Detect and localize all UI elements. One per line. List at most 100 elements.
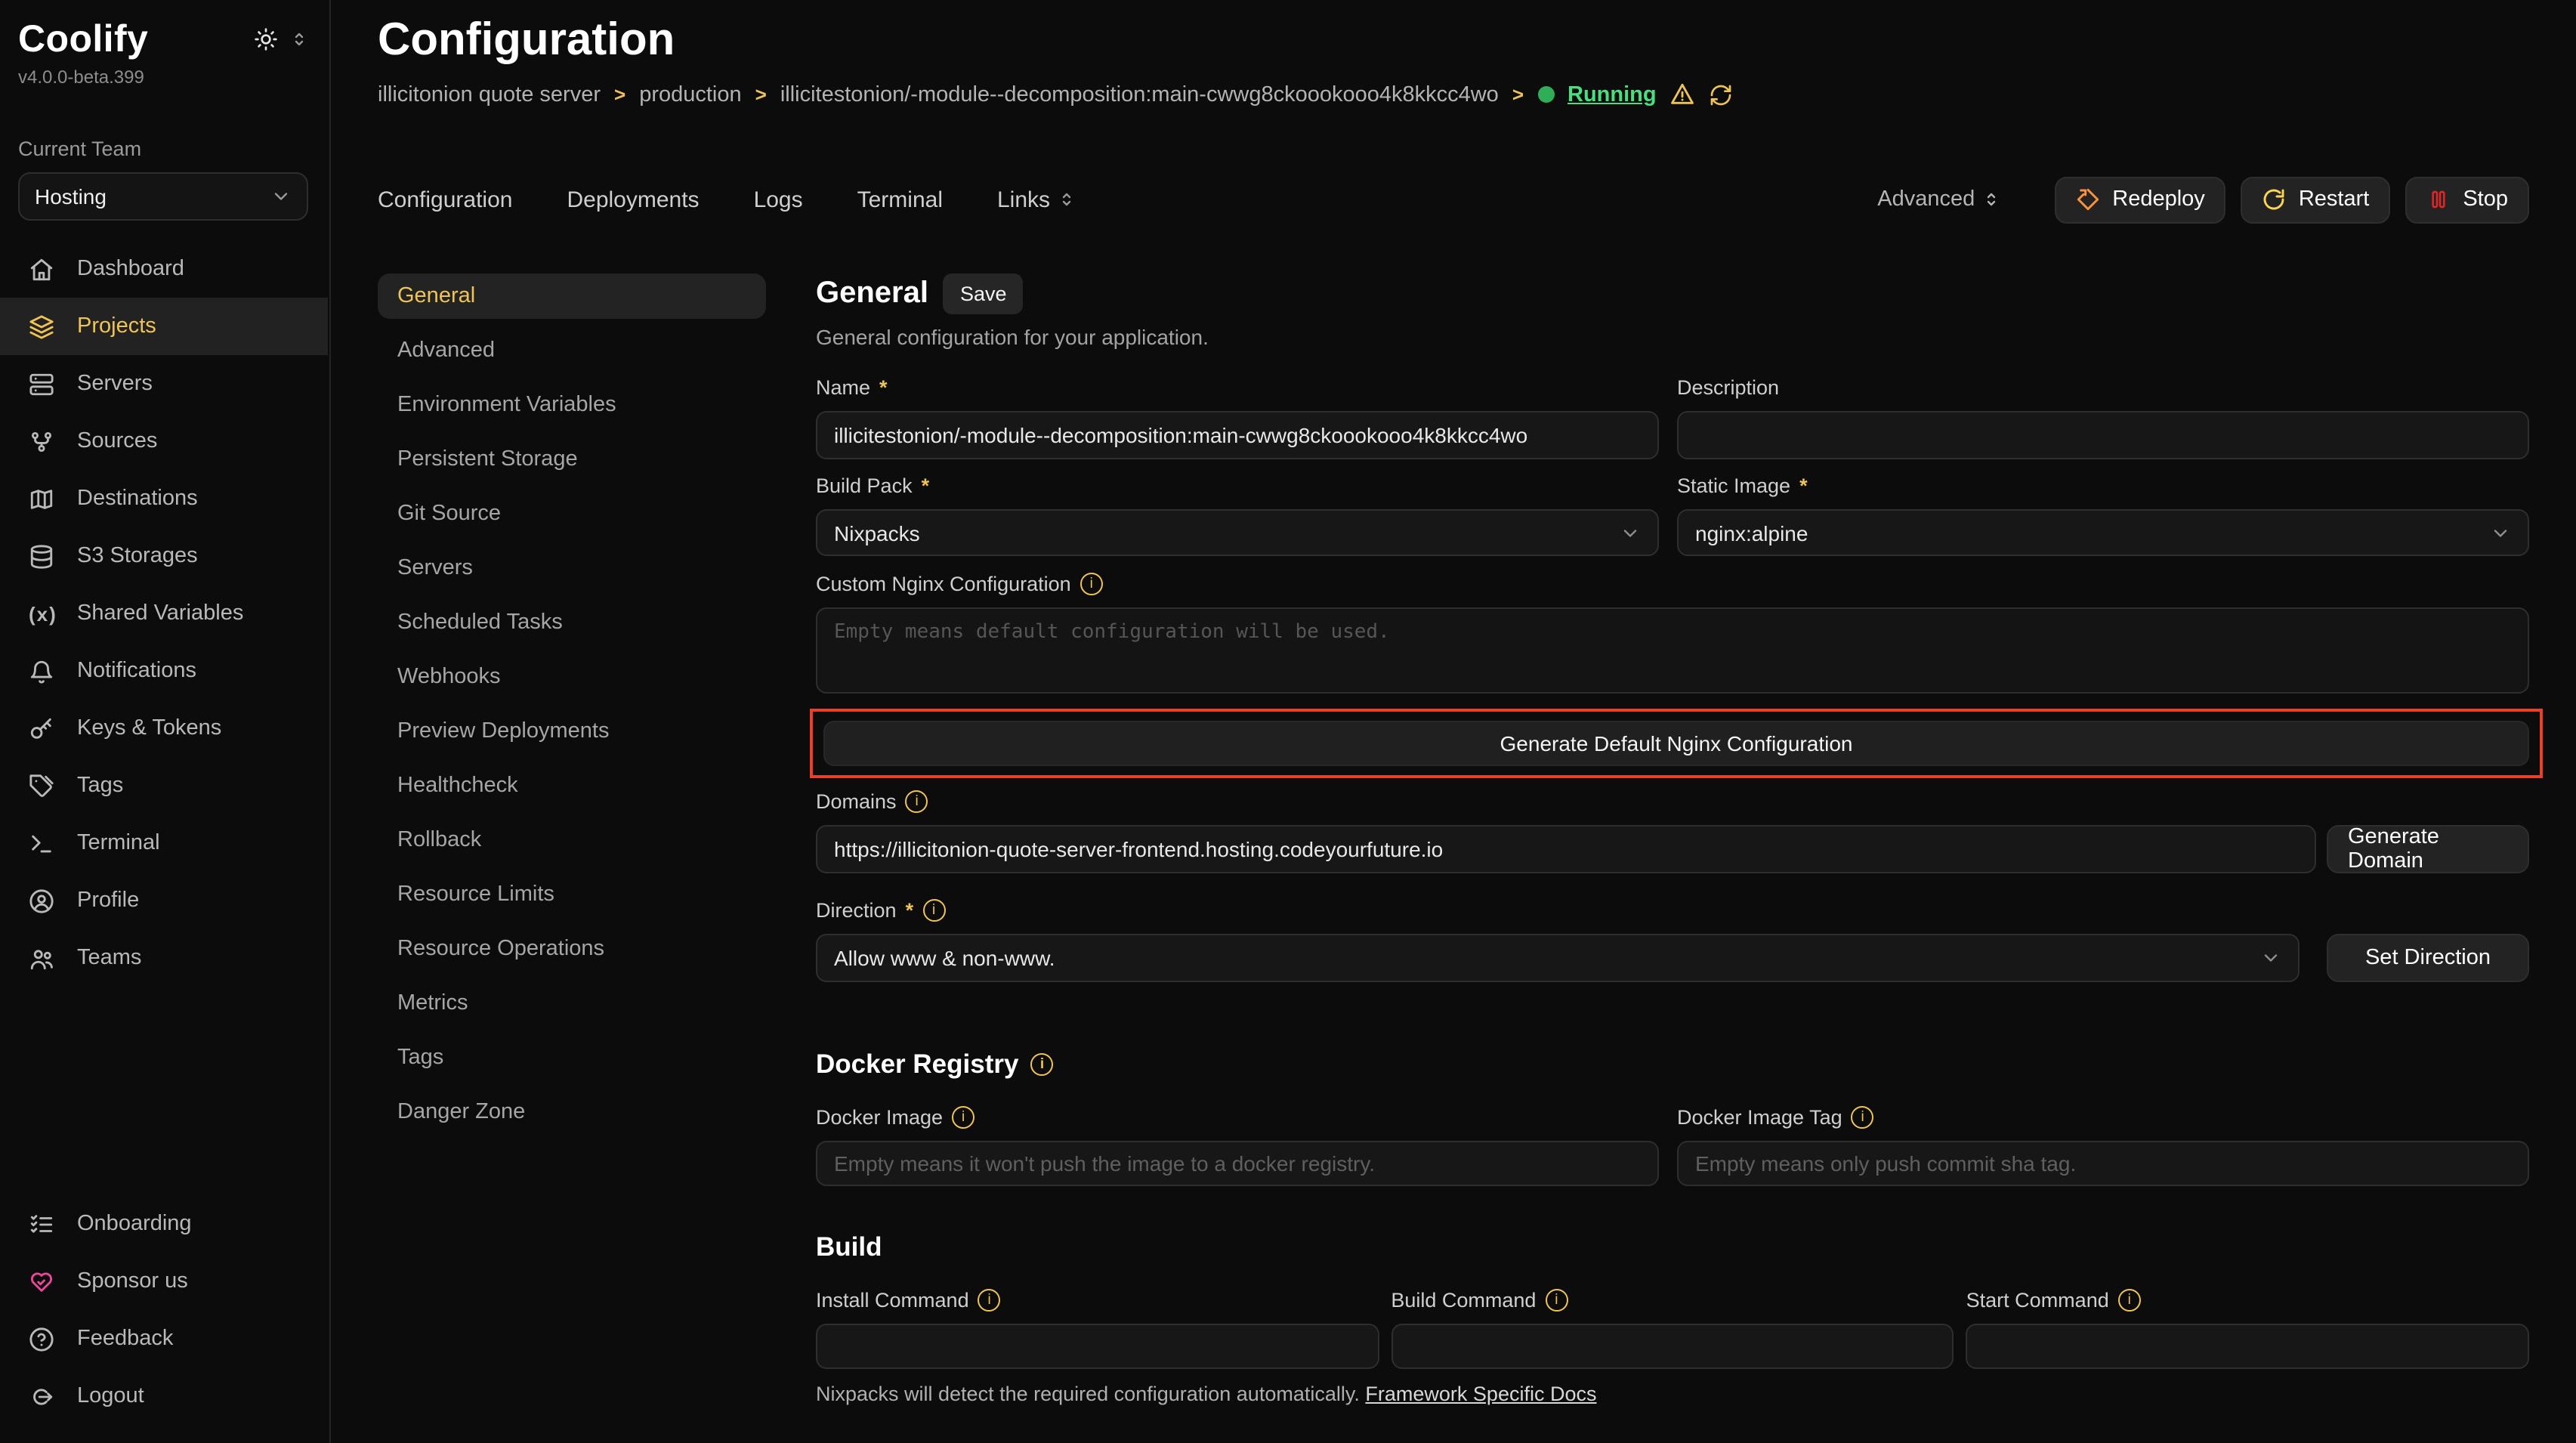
sidebar-item-destinations[interactable]: Destinations	[0, 470, 328, 527]
user-circle-icon	[29, 888, 54, 913]
chevron-down-icon	[270, 186, 292, 207]
team-select[interactable]: Hosting	[18, 172, 308, 221]
start-command-label: Start Command	[1966, 1289, 2109, 1312]
subnav-webhooks[interactable]: Webhooks	[378, 654, 766, 700]
description-label: Description	[1677, 376, 1779, 399]
sidebar-item-s3-storages[interactable]: S3 Storages	[0, 527, 328, 585]
custom-nginx-textarea[interactable]	[816, 607, 2529, 694]
sidebar-item-keys-tokens[interactable]: Keys & Tokens	[0, 700, 328, 757]
help-circle-icon	[29, 1326, 54, 1352]
redeploy-button[interactable]: Redeploy	[2055, 176, 2226, 223]
status-link[interactable]: Running	[1568, 82, 1657, 107]
redeploy-icon	[2076, 187, 2100, 212]
subnav-persistent-storage[interactable]: Persistent Storage	[378, 437, 766, 482]
users-icon	[29, 945, 54, 971]
install-command-input[interactable]	[816, 1324, 1379, 1369]
key-icon	[29, 715, 54, 741]
description-input[interactable]	[1677, 411, 2529, 459]
tag-icon	[29, 773, 54, 799]
sidebar-item-terminal[interactable]: Terminal	[0, 814, 328, 872]
status-dot	[1537, 86, 1554, 103]
docker-image-tag-input[interactable]	[1677, 1141, 2529, 1186]
subnav-danger-zone[interactable]: Danger Zone	[378, 1089, 766, 1135]
direction-select[interactable]: Allow www & non-www.	[816, 934, 2300, 982]
breadcrumb-environment[interactable]: production	[639, 82, 741, 107]
tab-configuration[interactable]: Configuration	[378, 187, 512, 212]
chevron-down-icon	[2490, 522, 2511, 543]
direction-label: Direction	[816, 899, 897, 922]
required-asterisk: *	[922, 474, 930, 497]
tabs-row: Configuration Deployments Logs Terminal …	[378, 175, 2529, 224]
advanced-selector[interactable]: Advanced	[1877, 187, 2000, 212]
sidebar-item-notifications[interactable]: Notifications	[0, 642, 328, 700]
subnav-resource-operations[interactable]: Resource Operations	[378, 926, 766, 972]
build-command-input[interactable]	[1391, 1324, 1954, 1369]
theme-sun-icon[interactable]	[254, 27, 278, 51]
general-form: General Save General configuration for y…	[816, 273, 2529, 1443]
static-image-select[interactable]: nginx:alpine	[1677, 509, 2529, 556]
home-icon	[29, 256, 54, 282]
docker-image-input[interactable]	[816, 1141, 1659, 1186]
generate-domain-button[interactable]: Generate Domain	[2327, 825, 2529, 873]
framework-docs-link[interactable]: Framework Specific Docs	[1365, 1383, 1596, 1405]
domains-input[interactable]	[816, 825, 2316, 873]
sidebar-item-shared-variables[interactable]: (x) Shared Variables	[0, 585, 328, 642]
sidebar-item-servers[interactable]: Servers	[0, 355, 328, 413]
save-button[interactable]: Save	[944, 273, 1024, 314]
theme-selector-chevrons-icon[interactable]	[290, 30, 308, 48]
main-area: Configuration illicitonion quote server …	[331, 0, 2576, 1443]
start-command-input[interactable]	[1966, 1324, 2529, 1369]
warning-icon[interactable]	[1670, 82, 1696, 107]
subnav-advanced[interactable]: Advanced	[378, 328, 766, 373]
subnav-environment-variables[interactable]: Environment Variables	[378, 382, 766, 428]
name-input[interactable]	[816, 411, 1659, 459]
tab-terminal[interactable]: Terminal	[857, 187, 943, 212]
refresh-status-icon[interactable]	[1710, 82, 1734, 107]
breadcrumb-project[interactable]: illicitonion quote server	[378, 82, 601, 107]
terminal-icon	[29, 830, 54, 856]
build-pack-select[interactable]: Nixpacks	[816, 509, 1659, 556]
chevron-down-icon	[2260, 947, 2281, 969]
sidebar-item-sources[interactable]: Sources	[0, 413, 328, 470]
checklist-icon	[29, 1211, 54, 1237]
map-icon	[29, 486, 54, 511]
sidebar-item-teams[interactable]: Teams	[0, 929, 328, 987]
sidebar-item-projects[interactable]: Projects	[0, 298, 328, 355]
chevrons-up-down-icon	[1982, 190, 2000, 209]
subnav-general[interactable]: General	[378, 273, 766, 319]
subnav-git-source[interactable]: Git Source	[378, 491, 766, 536]
subnav-servers[interactable]: Servers	[378, 545, 766, 591]
subnav-rollback[interactable]: Rollback	[378, 817, 766, 863]
subnav-resource-limits[interactable]: Resource Limits	[378, 872, 766, 917]
section-title: General	[816, 277, 928, 311]
subnav-tags[interactable]: Tags	[378, 1035, 766, 1080]
breadcrumb-separator: >	[1512, 83, 1524, 106]
sidebar-item-onboarding[interactable]: Onboarding	[0, 1195, 328, 1253]
sidebar-item-feedback[interactable]: Feedback	[0, 1310, 328, 1367]
tab-deployments[interactable]: Deployments	[567, 187, 699, 212]
sidebar-item-sponsor-us[interactable]: Sponsor us	[0, 1253, 328, 1310]
subnav-scheduled-tasks[interactable]: Scheduled Tasks	[378, 600, 766, 645]
sidebar-item-profile[interactable]: Profile	[0, 872, 328, 929]
tab-links[interactable]: Links	[997, 187, 1076, 212]
info-icon: i	[1545, 1289, 1568, 1312]
info-icon: i	[978, 1289, 1001, 1312]
build-title: Build	[816, 1231, 882, 1263]
sidebar-item-dashboard[interactable]: Dashboard	[0, 240, 328, 298]
coolify-app: Coolify v4.0.0-beta.399 Current Team Hos…	[0, 0, 2576, 1443]
generate-nginx-button[interactable]: Generate Default Nginx Configuration	[823, 721, 2529, 766]
subnav-preview-deployments[interactable]: Preview Deployments	[378, 709, 766, 754]
sidebar-item-logout[interactable]: Logout	[0, 1367, 328, 1425]
restart-button[interactable]: Restart	[2241, 176, 2391, 223]
info-icon: i	[952, 1106, 974, 1129]
sidebar-item-tags[interactable]: Tags	[0, 757, 328, 814]
tab-logs[interactable]: Logs	[754, 187, 803, 212]
subnav-metrics[interactable]: Metrics	[378, 981, 766, 1026]
stop-icon	[2426, 187, 2451, 212]
required-asterisk: *	[1799, 474, 1808, 497]
subnav-healthcheck[interactable]: Healthcheck	[378, 763, 766, 808]
breadcrumb-resource[interactable]: illicitestonion/-module--decomposition:m…	[780, 82, 1499, 107]
set-direction-button[interactable]: Set Direction	[2327, 934, 2529, 982]
sidebar-footer: Onboarding Sponsor us Feedback Logout	[0, 1195, 328, 1425]
stop-button[interactable]: Stop	[2405, 176, 2529, 223]
